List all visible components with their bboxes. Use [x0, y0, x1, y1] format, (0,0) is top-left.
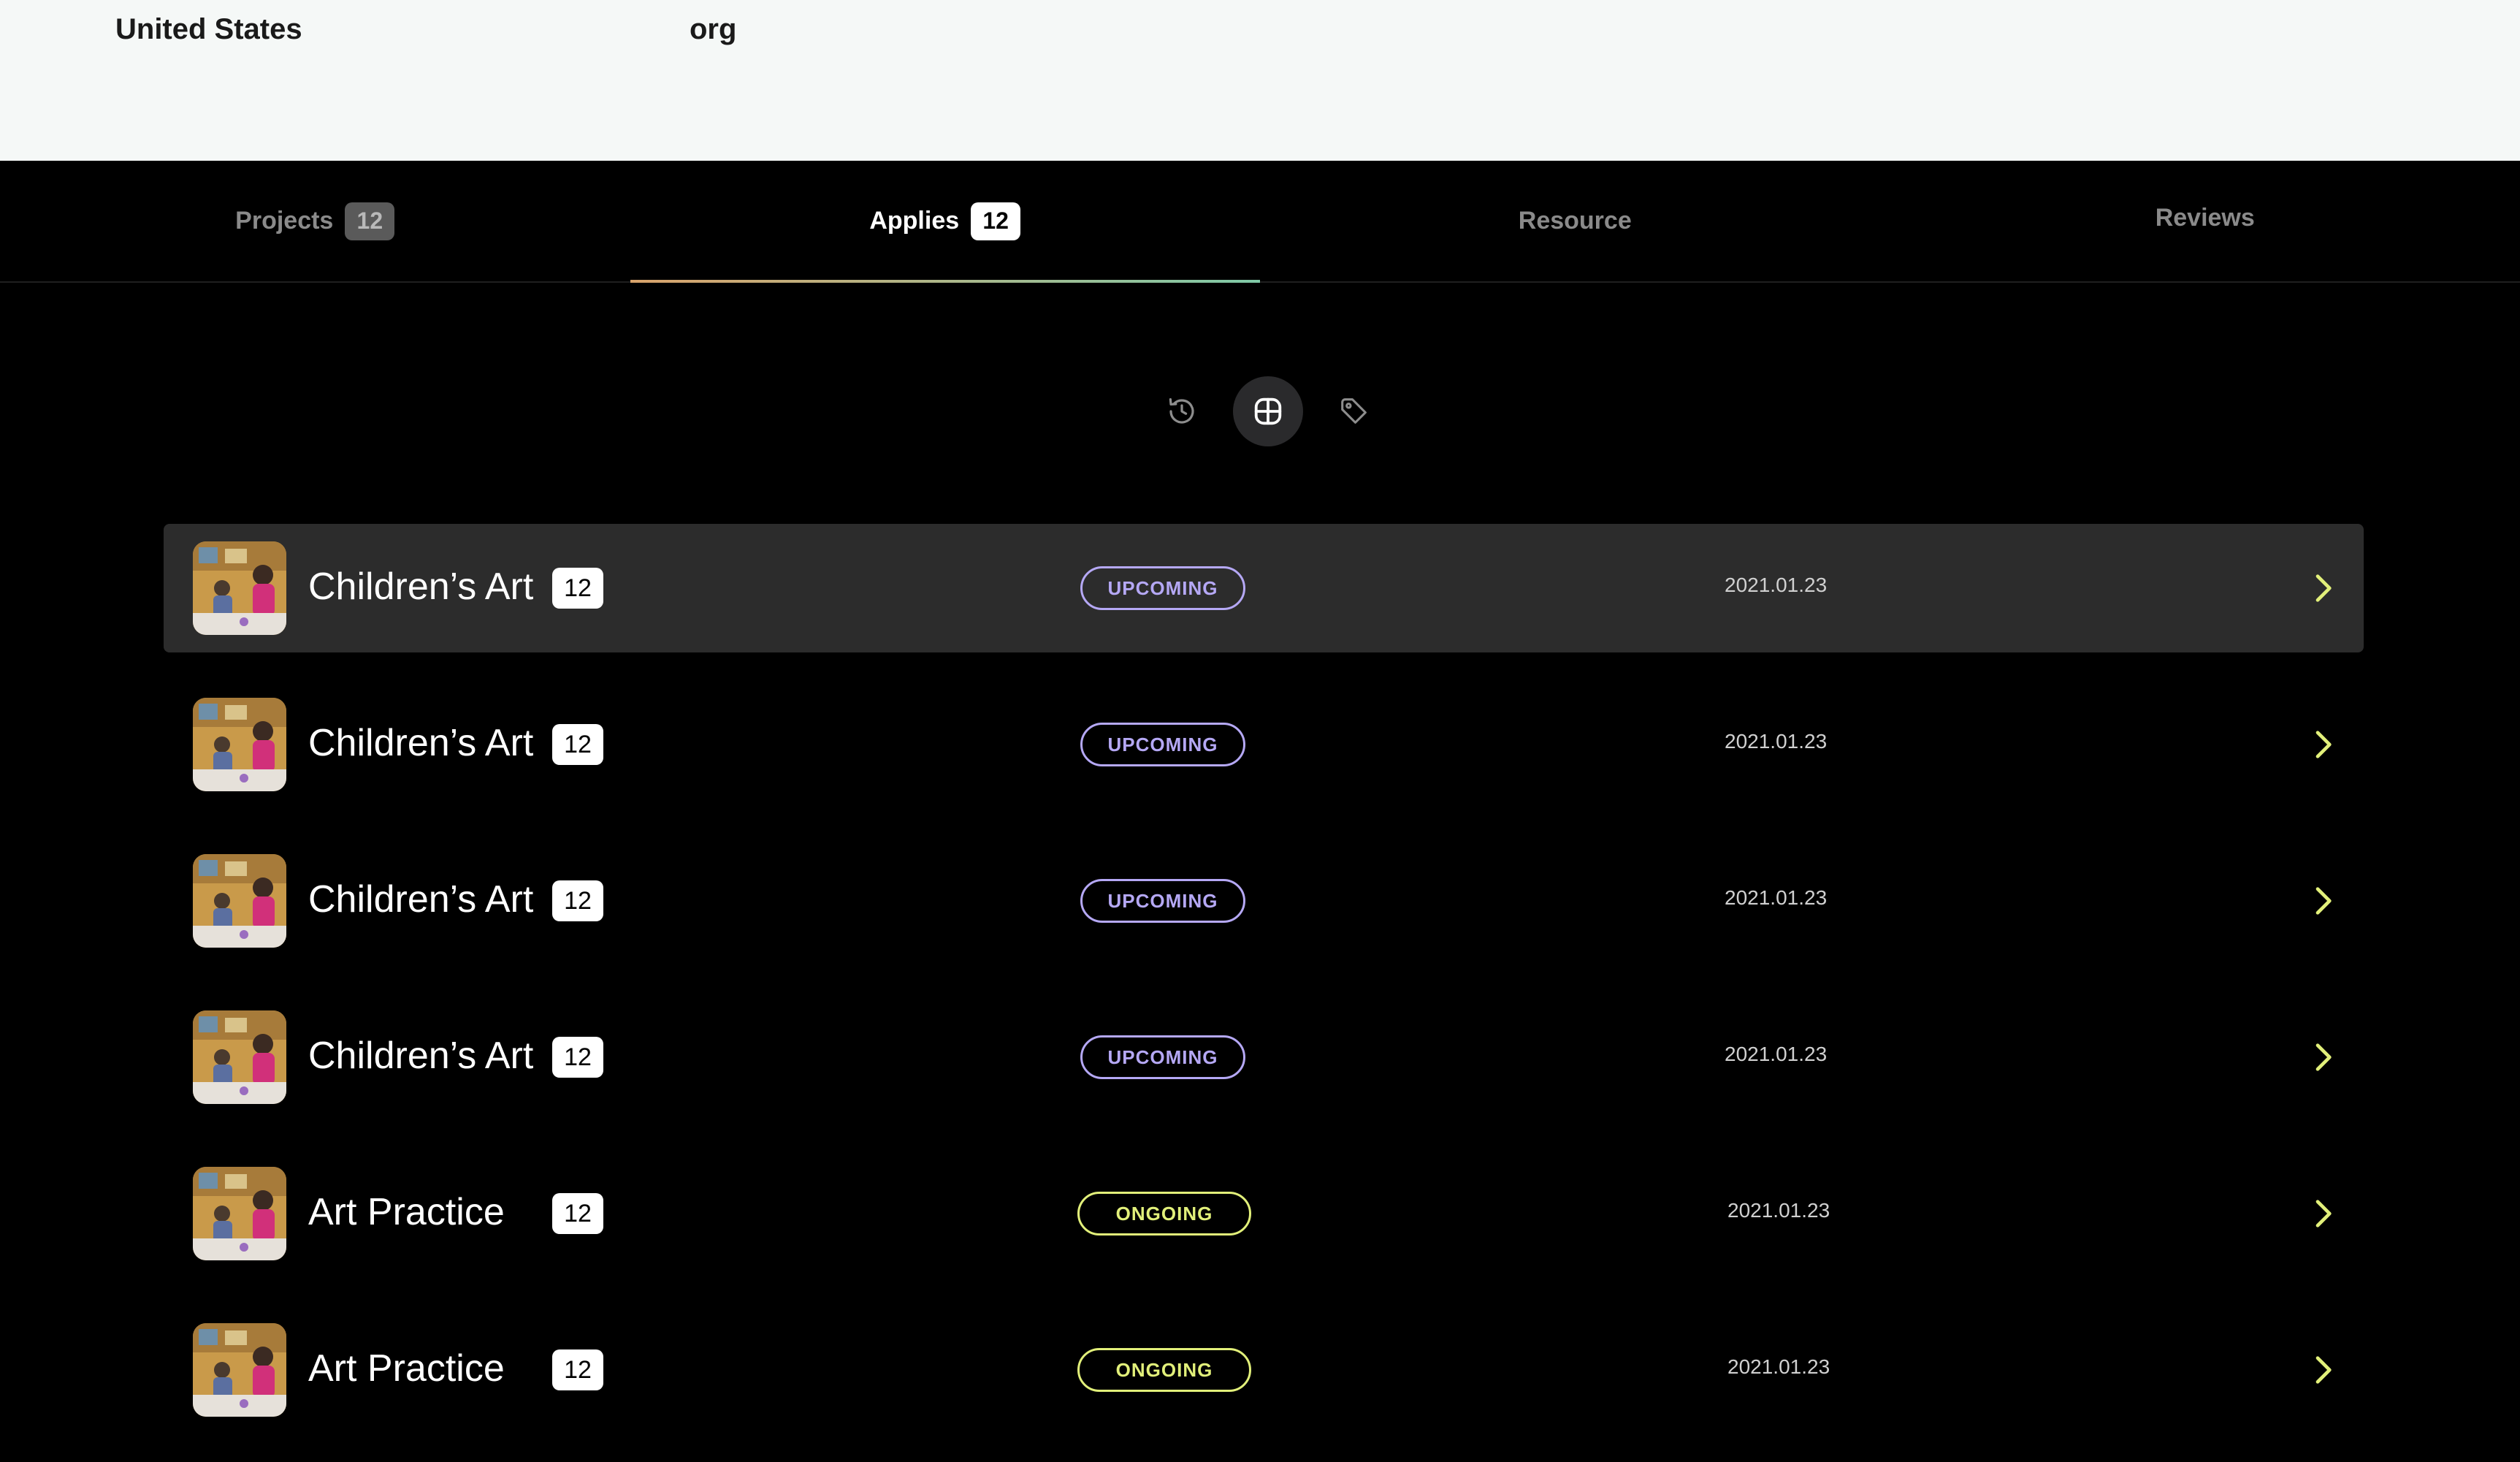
applicant-count-badge: 12	[552, 724, 603, 765]
list-item[interactable]: Art Practice 12 ONGOING 2021.01.23	[164, 1149, 2364, 1278]
tab-projects[interactable]: Projects 12	[0, 161, 630, 281]
org-type-label: org	[690, 13, 736, 46]
date-label: 2021.01.23	[1725, 1043, 1827, 1066]
chevron-right-icon[interactable]	[2302, 1037, 2343, 1078]
date-label: 2021.01.23	[1725, 730, 1827, 753]
chevron-right-icon[interactable]	[2302, 1193, 2343, 1234]
chevron-right-icon[interactable]	[2302, 1349, 2343, 1390]
status-badge: ONGOING	[1077, 1348, 1251, 1392]
project-thumbnail	[193, 1323, 286, 1417]
view-switcher	[1147, 376, 1389, 446]
country-label: United States	[115, 13, 302, 46]
tab-bar: Projects 12 Applies 12 Resource Reviews	[0, 161, 2520, 283]
list-item[interactable]: Children’s Art 12 UPCOMING 2021.01.23	[164, 680, 2364, 809]
project-title: Children’s Art	[308, 721, 533, 765]
tab-label: Reviews	[2156, 204, 2255, 232]
tab-count-badge: 12	[971, 202, 1020, 240]
tab-label: Projects	[235, 207, 333, 235]
profile-header: United States org	[0, 0, 2520, 161]
applicant-count-badge: 12	[552, 880, 603, 921]
status-badge: UPCOMING	[1080, 1035, 1245, 1079]
project-title: Children’s Art	[308, 565, 533, 609]
grid-view-button[interactable]	[1233, 376, 1303, 446]
chevron-right-icon[interactable]	[2302, 724, 2343, 765]
project-title: Art Practice	[308, 1190, 505, 1234]
project-title: Art Practice	[308, 1347, 505, 1390]
tab-reviews[interactable]: Reviews	[1890, 155, 2520, 281]
list-item[interactable]: Children’s Art 12 UPCOMING 2021.01.23	[164, 837, 2364, 965]
tab-label: Resource	[1519, 207, 1632, 235]
applicant-count-badge: 12	[552, 568, 603, 609]
status-badge: UPCOMING	[1080, 566, 1245, 610]
history-view-button[interactable]	[1147, 376, 1217, 446]
tag-view-button[interactable]	[1319, 376, 1389, 446]
date-label: 2021.01.23	[1727, 1199, 1830, 1222]
list-item[interactable]: Art Practice 12 ONGOING 2021.01.23	[164, 1306, 2364, 1434]
project-title: Children’s Art	[308, 877, 533, 921]
applicant-count-badge: 12	[552, 1037, 603, 1078]
tab-resource[interactable]: Resource	[1260, 161, 1890, 281]
status-badge: UPCOMING	[1080, 879, 1245, 923]
grid-icon	[1251, 395, 1285, 428]
project-thumbnail	[193, 698, 286, 791]
project-title: Children’s Art	[308, 1034, 533, 1078]
tab-label: Applies	[869, 207, 959, 235]
applies-list: Children’s Art 12 UPCOMING 2021.01.23 Ch…	[164, 524, 2364, 1462]
project-thumbnail	[193, 1010, 286, 1104]
tag-icon	[1337, 395, 1371, 428]
tab-applies[interactable]: Applies 12	[630, 161, 1261, 281]
chevron-right-icon[interactable]	[2302, 880, 2343, 921]
history-icon	[1164, 394, 1199, 429]
date-label: 2021.01.23	[1725, 574, 1827, 597]
date-label: 2021.01.23	[1727, 1355, 1830, 1379]
status-badge: UPCOMING	[1080, 723, 1245, 766]
project-thumbnail	[193, 854, 286, 948]
chevron-right-icon[interactable]	[2302, 568, 2343, 609]
tab-count-badge: 12	[345, 202, 394, 240]
applicant-count-badge: 12	[552, 1193, 603, 1234]
applicant-count-badge: 12	[552, 1349, 603, 1390]
project-thumbnail	[193, 541, 286, 635]
list-item[interactable]: Children’s Art 12 UPCOMING 2021.01.23	[164, 993, 2364, 1122]
project-thumbnail	[193, 1167, 286, 1260]
list-item[interactable]: Children’s Art 12 UPCOMING 2021.01.23	[164, 524, 2364, 652]
status-badge: ONGOING	[1077, 1192, 1251, 1236]
date-label: 2021.01.23	[1725, 886, 1827, 910]
